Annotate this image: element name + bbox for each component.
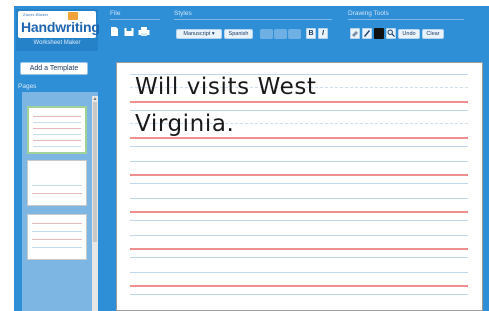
pages-label: Pages	[18, 83, 37, 90]
drawing-tools-group-label: Drawing Tools	[348, 10, 389, 17]
app-logo: Zaner-Bloser Handwriting Worksheet Maker	[16, 9, 100, 51]
guide-line	[130, 174, 468, 176]
logo-card: Zaner-Bloser Handwriting	[18, 11, 100, 38]
new-page-icon[interactable]	[110, 26, 119, 37]
clear-button[interactable]: Clear	[422, 29, 444, 39]
styles-group-divider	[174, 19, 332, 20]
color-swatch-icon[interactable]	[374, 28, 384, 39]
print-icon[interactable]	[138, 26, 150, 37]
undo-button[interactable]: Undo	[398, 29, 420, 39]
chevron-down-icon: ▾	[210, 31, 215, 37]
guide-line	[130, 198, 468, 199]
align-left-icon[interactable]	[260, 29, 273, 39]
worksheet-page[interactable]: Will visits West Virginia.	[116, 62, 483, 311]
guide-line	[130, 161, 468, 162]
guide-line	[130, 137, 468, 139]
logo-subtitle: Worksheet Maker	[33, 40, 81, 46]
page-thumbnail-3[interactable]	[27, 214, 87, 260]
style-select[interactable]: Manuscript ▾	[176, 29, 222, 39]
eraser-icon[interactable]	[350, 28, 360, 39]
align-right-icon[interactable]	[288, 29, 301, 39]
guide-line	[130, 235, 468, 236]
document-area: Will visits West Virginia.	[106, 56, 489, 311]
guide-line	[130, 257, 468, 258]
guide-line	[130, 101, 468, 103]
pencil-icon[interactable]	[362, 28, 372, 39]
thumbnails-scrollbar[interactable]: ▲	[92, 96, 98, 311]
zoom-icon[interactable]	[386, 28, 396, 39]
guide-line	[130, 220, 468, 221]
pages-sidebar: Add a Template Pages ▲	[14, 56, 106, 311]
logo-title: Handwriting	[21, 19, 100, 35]
guide-line	[130, 146, 468, 147]
guide-line	[130, 248, 468, 250]
spanish-button[interactable]: Spanish	[224, 29, 253, 39]
scrollbar-thumb[interactable]	[93, 102, 97, 242]
page-thumbnails	[22, 92, 98, 311]
style-select-value: Manuscript	[183, 31, 211, 37]
file-group-label: File	[110, 10, 121, 17]
save-icon[interactable]	[124, 26, 134, 37]
top-toolbar: Zaner-Bloser Handwriting Worksheet Maker…	[14, 6, 489, 56]
guide-line	[130, 272, 468, 273]
guide-line	[130, 294, 468, 295]
styles-group-label: Styles	[174, 10, 192, 17]
guide-line	[130, 285, 468, 287]
handwriting-line-1[interactable]: Will visits West	[135, 74, 317, 100]
file-group-divider	[110, 19, 160, 20]
page-thumbnail-2[interactable]	[27, 160, 87, 206]
handwriting-line-2[interactable]: Virginia.	[135, 111, 234, 137]
italic-button[interactable]: I	[318, 28, 328, 39]
guide-line	[130, 211, 468, 213]
worksheet-maker-app: Zaner-Bloser Handwriting Worksheet Maker…	[0, 0, 489, 311]
page-thumbnail-1[interactable]	[27, 106, 87, 154]
logo-brand-text: Zaner-Bloser	[23, 12, 49, 17]
add-template-button[interactable]: Add a Template	[20, 62, 88, 75]
align-center-icon[interactable]	[274, 29, 287, 39]
guide-line	[130, 183, 468, 184]
drawing-tools-divider	[348, 19, 464, 20]
bold-button[interactable]: B	[306, 28, 316, 39]
